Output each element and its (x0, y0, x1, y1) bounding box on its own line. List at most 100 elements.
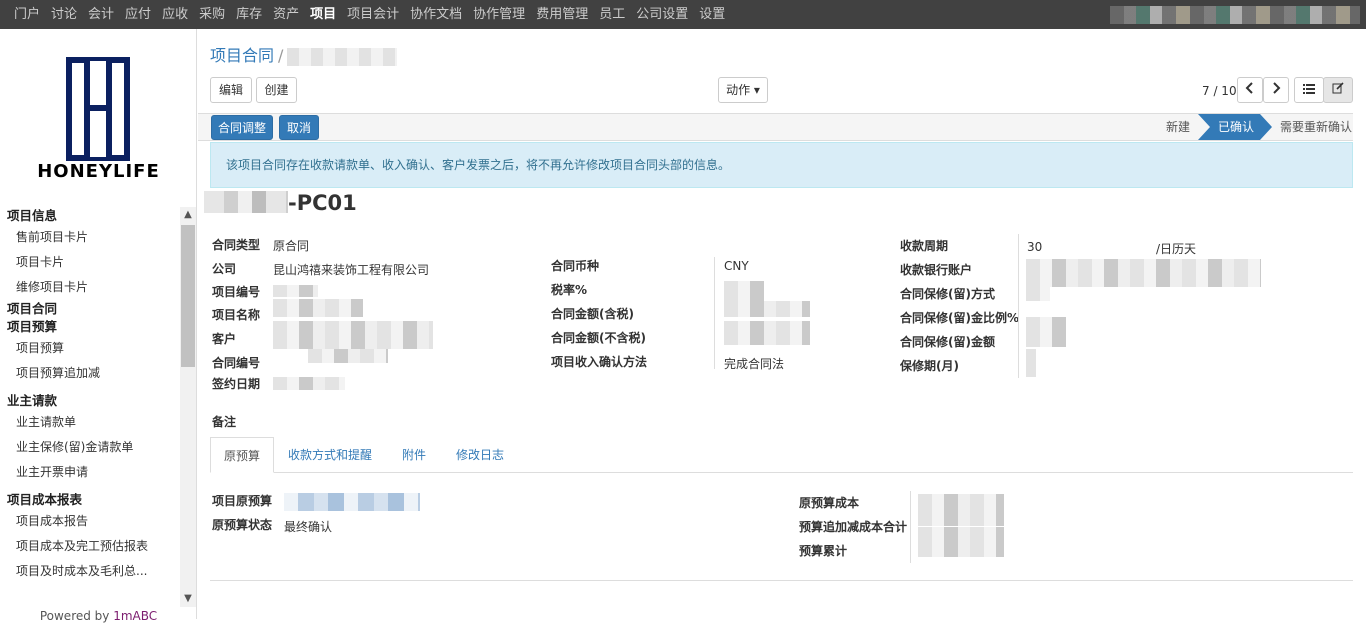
pager-prev-button[interactable] (1237, 77, 1263, 103)
company-value: 昆山鸿禧来装饰工程有限公司 (273, 263, 430, 277)
sidebar-item[interactable]: 业主开票申请 (0, 460, 180, 485)
topnav-item[interactable]: 讨论 (51, 0, 77, 29)
sidebar-section-title[interactable]: 业主请款 (0, 392, 180, 410)
form-view-button[interactable] (1323, 77, 1353, 103)
topnav-item[interactable]: 应付 (125, 0, 151, 29)
orig-cost-label: 原预算成本 (799, 496, 860, 510)
warranty-ratio-label: 合同保修(留)金比例% (900, 311, 1019, 325)
sidebar-section-title[interactable]: 项目合同 (0, 300, 180, 318)
sign-date-label: 签约日期 (212, 377, 261, 391)
sidebar-item[interactable]: 项目预算追加减 (0, 361, 180, 386)
chevron-right-icon (1273, 82, 1281, 94)
breadcrumb-root[interactable]: 项目合同 (210, 46, 274, 65)
scrollbar-thumb[interactable] (181, 225, 195, 367)
revenue-method-value: 完成合同法 (724, 357, 785, 371)
budget-status-value: 最终确认 (284, 520, 333, 534)
tab-change-log[interactable]: 修改日志 (448, 437, 512, 473)
list-view-button[interactable] (1294, 77, 1324, 103)
scroll-up-icon[interactable]: ▲ (180, 207, 196, 223)
breadcrumb: 项目合同 / (210, 42, 398, 66)
logo-text: HONEYLIFE (37, 161, 160, 182)
contract-adjust-button[interactable]: 合同调整 (211, 115, 273, 140)
powered-by-link[interactable]: 1mABC (113, 609, 157, 623)
action-label: 动作 (726, 83, 751, 97)
cancel-button[interactable]: 取消 (279, 115, 319, 140)
customer-redacted (273, 321, 433, 349)
edit-button[interactable]: 编辑 (210, 77, 252, 103)
user-menu-avatar[interactable] (1110, 6, 1360, 24)
topnav-item[interactable]: 协作管理 (473, 0, 525, 29)
sidebar-item[interactable]: 维修项目卡片 (0, 275, 180, 300)
topnav-item[interactable]: 设置 (699, 0, 725, 29)
topnav-item[interactable]: 公司设置 (636, 0, 688, 29)
sidebar-item[interactable]: 业主保修(留)金请款单 (0, 435, 180, 460)
sidebar-section-title[interactable]: 项目成本报表 (0, 491, 180, 509)
sidebar: HONEYLIFE 项目信息 售前项目卡片 项目卡片 维修项目卡片 项目合同 项目预算 项目… (0, 29, 197, 623)
tab-original-budget[interactable]: 原预算 (210, 437, 274, 473)
topnav-item[interactable]: 库存 (236, 0, 262, 29)
contract-type-label: 合同类型 (212, 238, 261, 252)
sidebar-section-title[interactable]: 项目预算 (0, 318, 180, 336)
top-nav-menu: 门户 讨论 会计 应付 应收 采购 库存 资产 项目 项目会计 协作文档 协作管理 费用管理 员工 公司设置… (14, 0, 736, 29)
customer-label: 客户 (212, 332, 237, 346)
adj-total-label: 预算追加减成本合计 (799, 520, 908, 534)
record-title: -PC01 (204, 191, 357, 215)
topnav-item[interactable]: 会计 (88, 0, 114, 29)
topnav-item[interactable]: 资产 (273, 0, 299, 29)
stage-new[interactable]: 新建 (1158, 114, 1198, 140)
sidebar-item[interactable]: 业主请款单 (0, 410, 180, 435)
topnav-item[interactable]: 员工 (599, 0, 625, 29)
list-icon (1303, 84, 1315, 94)
stage-reconfirm[interactable]: 需要重新确认 (1276, 114, 1356, 140)
tab-collection-reminder[interactable]: 收款方式和提醒 (282, 437, 378, 473)
warranty-method-label: 合同保修(留)方式 (900, 287, 995, 301)
orig-cost-redacted (918, 494, 1004, 526)
contract-type-value: 原合同 (273, 239, 310, 253)
sidebar-scrollbar[interactable]: ▲ ▼ (180, 207, 196, 607)
column-divider (714, 257, 715, 369)
warranty-period-label: 保修期(月) (900, 359, 959, 373)
top-navbar: 门户 讨论 会计 应付 应收 采购 库存 资产 项目 项目会计 协作文档 协作管理 费用管理 员工 公司设置… (0, 0, 1366, 29)
warranty-period-redacted (1026, 349, 1036, 377)
breadcrumb-current-redacted (287, 47, 398, 66)
project-name-redacted (273, 299, 363, 317)
chevron-left-icon (1245, 82, 1253, 94)
action-dropdown[interactable]: 动作 ▾ (718, 77, 768, 103)
title-suffix: -PC01 (288, 191, 357, 215)
breadcrumb-separator: / (278, 46, 284, 65)
sidebar-item[interactable]: 售前项目卡片 (0, 225, 180, 250)
topnav-item[interactable]: 应收 (162, 0, 188, 29)
topnav-item[interactable]: 费用管理 (536, 0, 588, 29)
sidebar-item[interactable]: 项目成本报告 (0, 509, 180, 534)
scroll-down-icon[interactable]: ▼ (180, 591, 196, 607)
project-no-label: 项目编号 (212, 285, 261, 299)
pager-next-button[interactable] (1263, 77, 1289, 103)
company-label: 公司 (212, 262, 237, 276)
topnav-item[interactable]: 协作文档 (410, 0, 462, 29)
sidebar-item[interactable]: 项目及时成本及毛利总... (0, 559, 180, 584)
powered-by: Powered by 1mABC (0, 609, 197, 623)
info-alert: 该项目合同存在收款请款单、收入确认、客户发票之后，将不再允许修改项目合同头部的信… (210, 142, 1353, 188)
currency-label: 合同币种 (551, 259, 600, 273)
tab-attachments[interactable]: 附件 (392, 437, 436, 473)
caret-down-icon: ▾ (753, 83, 760, 97)
topnav-item[interactable]: 项目 (310, 0, 336, 29)
sidebar-item[interactable]: 项目成本及完工预估报表 (0, 534, 180, 559)
amount-tax-label: 合同金额(含税) (551, 307, 634, 321)
sidebar-item[interactable]: 项目卡片 (0, 250, 180, 275)
warranty-amount-label: 合同保修(留)金额 (900, 335, 995, 349)
stage-confirmed[interactable]: 已确认 (1210, 114, 1262, 140)
sidebar-section-title[interactable]: 项目信息 (0, 207, 180, 225)
column-divider (1018, 234, 1019, 378)
section-divider (210, 580, 1353, 581)
topnav-item[interactable]: 项目会计 (347, 0, 399, 29)
bank-account-label: 收款银行账户 (900, 263, 973, 277)
sidebar-item[interactable]: 项目预算 (0, 336, 180, 361)
status-bar: 合同调整 取消 新建 已确认 需要重新确认 (198, 113, 1353, 141)
topnav-item[interactable]: 采购 (199, 0, 225, 29)
topnav-item[interactable]: 门户 (14, 0, 40, 29)
orig-budget-redacted-link[interactable] (284, 493, 420, 511)
create-button[interactable]: 创建 (256, 77, 297, 103)
note-label: 备注 (212, 415, 237, 429)
tax-rate-label: 税率% (551, 283, 588, 297)
